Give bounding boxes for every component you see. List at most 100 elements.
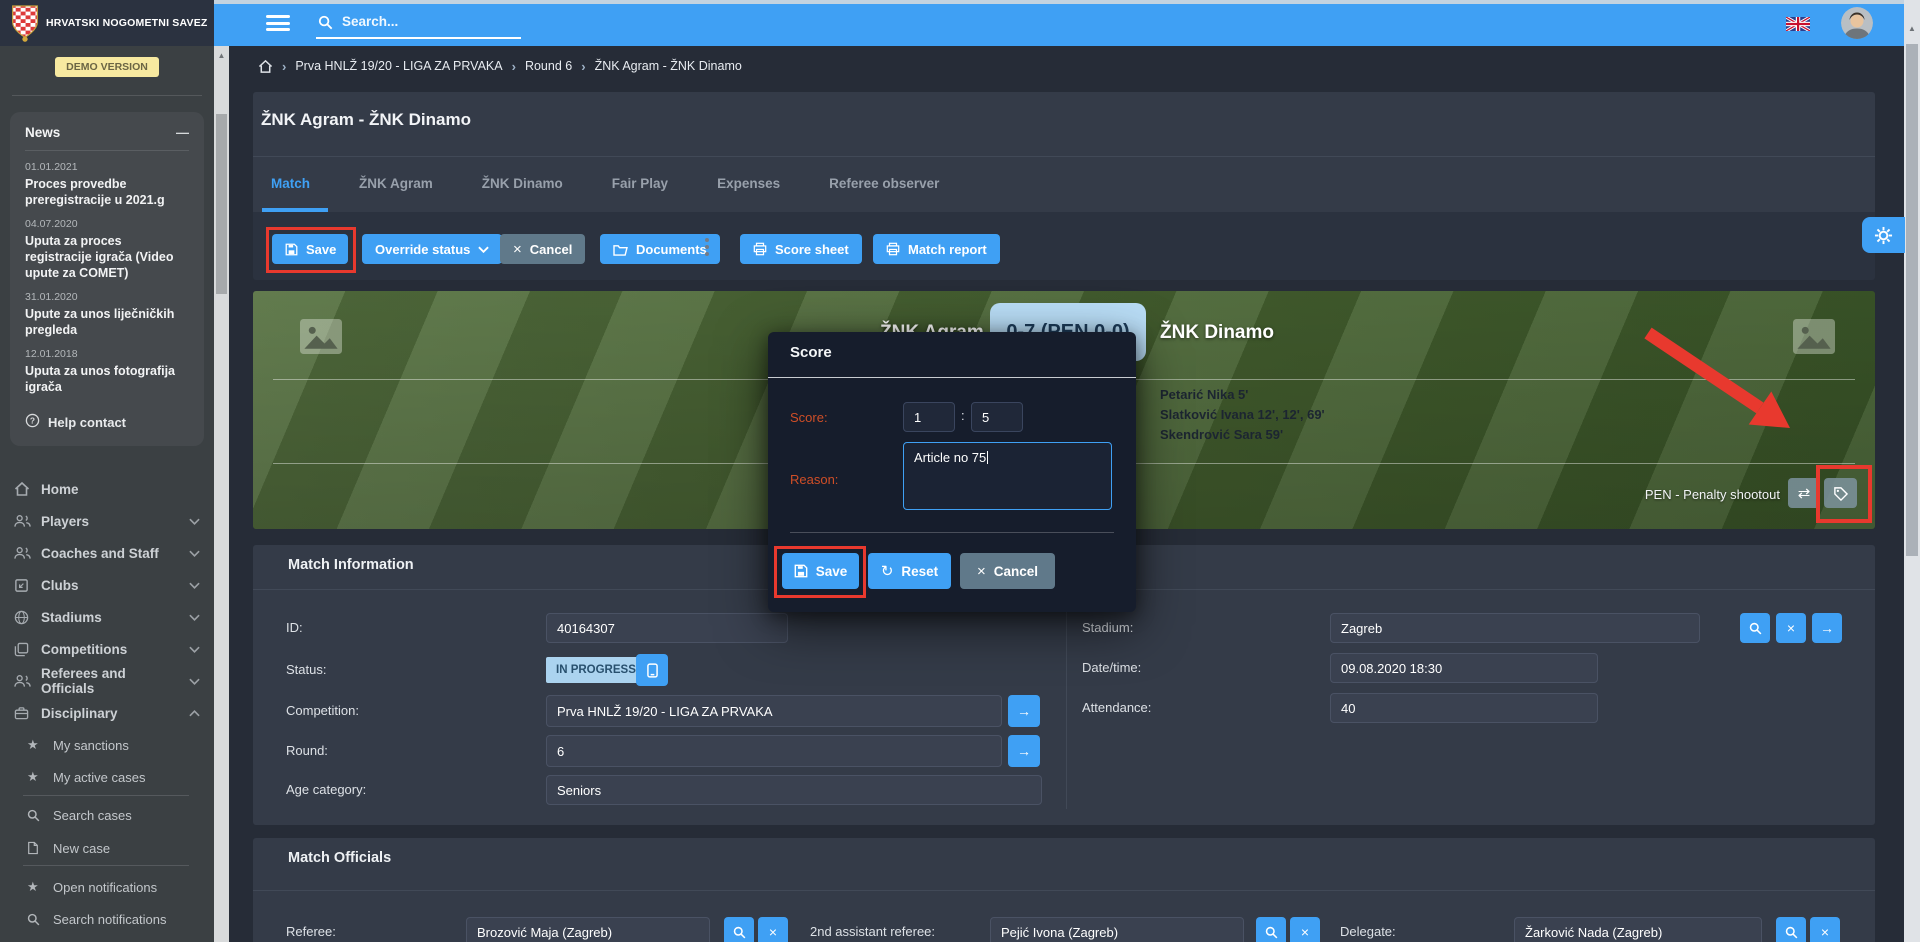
scroll-up-arrow[interactable]: ▲ <box>1904 24 1920 33</box>
help-contact-link[interactable]: ? Help contact <box>25 413 189 431</box>
search-icon <box>27 913 43 926</box>
search-icon <box>1749 622 1762 635</box>
id-field[interactable] <box>546 613 788 643</box>
news-item-date: 12.01.2018 <box>25 348 189 360</box>
match-phase-tag-button[interactable] <box>1824 478 1857 508</box>
modal-cancel-button[interactable]: × Cancel <box>960 553 1055 589</box>
news-item-link[interactable]: Upute za unos liječničkih pregleda <box>25 306 189 338</box>
sidebar-item-new-case[interactable]: New case <box>27 836 200 860</box>
delegate-field[interactable] <box>1514 917 1762 942</box>
away-team-logo-placeholder[interactable] <box>1793 318 1835 355</box>
modal-save-button[interactable]: Save <box>782 553 859 589</box>
stadium-search-button[interactable] <box>1740 613 1770 643</box>
scroll-up-arrow[interactable]: ▲ <box>214 51 229 60</box>
sidebar-scrollbar-thumb[interactable] <box>216 114 227 294</box>
news-panel: News — 01.01.2021 Proces provedbe prereg… <box>10 112 204 446</box>
match-report-button[interactable]: Match report <box>873 234 1000 264</box>
sidebar-item-my-active-cases[interactable]: ★ My active cases <box>27 765 200 789</box>
news-item-link[interactable]: Uputa za proces registracije igrača (Vid… <box>25 233 189 281</box>
assistant2-search-button[interactable] <box>1256 917 1286 942</box>
sidebar-item-home[interactable]: Home <box>14 476 200 502</box>
penalty-shootout-label: PEN - Penalty shootout <box>1503 487 1780 502</box>
page-scrollbar-thumb[interactable] <box>1906 44 1918 556</box>
override-status-button[interactable]: Override status <box>362 234 502 264</box>
hns-crest-logo <box>10 4 40 47</box>
home-score-input[interactable] <box>903 402 955 432</box>
tab-fair-play[interactable]: Fair Play <box>604 176 676 191</box>
news-item-link[interactable]: Proces provedbe preregistracije u 2021.g <box>25 176 189 208</box>
datetime-field[interactable] <box>1330 653 1598 683</box>
attendance-field[interactable] <box>1330 693 1598 723</box>
cancel-button[interactable]: × Cancel <box>500 234 585 264</box>
assistant2-clear-button[interactable]: × <box>1290 917 1320 942</box>
status-change-button[interactable] <box>636 654 668 686</box>
collapse-icon[interactable]: — <box>176 125 189 140</box>
news-item-date: 01.01.2021 <box>25 161 189 173</box>
reason-textarea[interactable]: Article no 75 <box>903 442 1112 510</box>
arrow-right-icon: → <box>1017 743 1031 759</box>
sidebar-item-stadiums[interactable]: Stadiums <box>14 604 200 630</box>
search-input[interactable] <box>316 10 521 39</box>
goto-round-button[interactable]: → <box>1008 735 1040 767</box>
home-icon[interactable] <box>258 59 273 74</box>
sidebar-sub-divider <box>23 865 189 866</box>
goto-stadium-button[interactable]: → <box>1812 613 1842 643</box>
score-sheet-button[interactable]: Score sheet <box>740 234 862 264</box>
user-avatar[interactable] <box>1841 7 1873 39</box>
referee-search-button[interactable] <box>724 917 754 942</box>
age-category-field[interactable] <box>546 775 1042 805</box>
documents-button[interactable]: Documents <box>600 234 720 264</box>
sidebar-item-open-notifications[interactable]: ★ Open notifications <box>27 875 200 899</box>
language-flag-icon[interactable] <box>1786 17 1810 31</box>
sidebar-item-my-sanctions[interactable]: ★ My sanctions <box>27 733 200 757</box>
stadium-field[interactable] <box>1330 613 1700 643</box>
sidebar: DEMO VERSION News — 01.01.2021 Proces pr… <box>0 46 214 942</box>
home-team-logo-placeholder[interactable] <box>300 318 342 355</box>
settings-button[interactable] <box>1862 217 1905 253</box>
sidebar-item-referees-and-officials[interactable]: Referees and Officials <box>14 668 200 694</box>
modal-reset-button[interactable]: ↻ Reset <box>868 553 951 589</box>
goto-competition-button[interactable]: → <box>1008 695 1040 727</box>
gear-icon <box>1874 226 1893 245</box>
tab-referee-observer[interactable]: Referee observer <box>821 176 947 191</box>
more-actions-icon[interactable] <box>705 238 709 256</box>
chevron-down-icon <box>189 518 200 525</box>
sidebar-item-players[interactable]: Players <box>14 508 200 534</box>
sidebar-item-search-cases[interactable]: Search cases <box>27 803 200 827</box>
sidebar-item-disciplinary[interactable]: Disciplinary <box>14 700 200 726</box>
refresh-icon: ↻ <box>881 562 894 580</box>
away-score-input[interactable] <box>971 402 1023 432</box>
breadcrumb-match[interactable]: ŽNK Agram - ŽNK Dinamo <box>595 59 742 73</box>
club-card-icon <box>14 578 31 593</box>
save-button[interactable]: Save <box>272 234 348 264</box>
star-icon: ★ <box>27 737 43 753</box>
referee-field[interactable] <box>466 917 710 942</box>
round-field[interactable] <box>546 735 1002 767</box>
tab-match[interactable]: Match <box>263 176 318 191</box>
news-item-date: 31.01.2020 <box>25 291 189 303</box>
question-circle-icon: ? <box>25 413 40 431</box>
page-title: ŽNK Agram - ŽNK Dinamo <box>261 110 471 130</box>
stadium-clear-button[interactable]: × <box>1776 613 1806 643</box>
sidebar-item-coaches-and-staff[interactable]: Coaches and Staff <box>14 540 200 566</box>
delegate-clear-button[interactable]: × <box>1810 917 1840 942</box>
tab-expenses[interactable]: Expenses <box>709 176 788 191</box>
sidebar-item-clubs[interactable]: Clubs <box>14 572 200 598</box>
column-divider <box>1066 601 1067 809</box>
modal-title: Score <box>790 344 832 361</box>
tab-away-team[interactable]: ŽNK Dinamo <box>474 176 571 191</box>
referee-clear-button[interactable]: × <box>758 917 788 942</box>
breadcrumb-round[interactable]: Round 6 <box>525 59 572 73</box>
sidebar-item-competitions[interactable]: Competitions <box>14 636 200 662</box>
sidebar-item-search-notifications[interactable]: Search notifications <box>27 907 200 931</box>
delegate-search-button[interactable] <box>1776 917 1806 942</box>
breadcrumb-competition[interactable]: Prva HNLŽ 19/20 - LIGA ZA PRVAKA <box>295 59 502 73</box>
sidebar-divider <box>12 95 202 96</box>
stadium-label: Stadium: <box>1082 620 1133 635</box>
assistant2-field[interactable] <box>990 917 1244 942</box>
news-item-link[interactable]: Uputa za unos fotografija igrača <box>25 363 189 395</box>
competition-field[interactable] <box>546 695 1002 727</box>
tab-home-team[interactable]: ŽNK Agram <box>351 176 441 191</box>
swap-teams-button[interactable]: ⇄ <box>1788 478 1820 508</box>
hamburger-menu-icon[interactable] <box>266 15 290 31</box>
